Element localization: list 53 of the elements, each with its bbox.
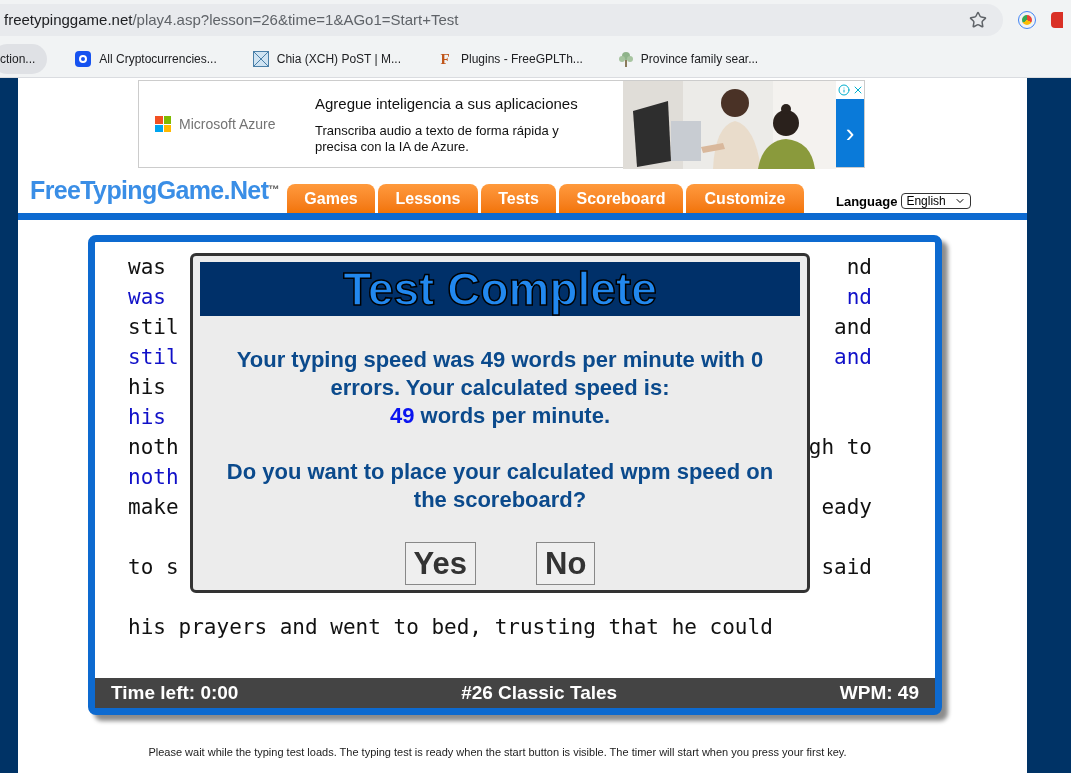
wpm-reading: WPM: 49 [839, 680, 919, 705]
coin-icon [75, 50, 92, 67]
typed-text: noth [128, 464, 179, 491]
yes-button[interactable]: Yes [404, 542, 477, 585]
url-text: freetypinggame.net/play4.asp?lesson=26&time=1&AGo1=Start+Test [4, 9, 459, 30]
typed-text: and [834, 344, 872, 371]
image-icon [252, 50, 269, 67]
bookmark-item[interactable]: Province family sear... [610, 43, 767, 74]
language-label: Language [836, 192, 898, 211]
source-text: his [128, 374, 166, 401]
calculated-speed-unit: words per minute. [420, 403, 611, 428]
source-text: and [834, 314, 872, 341]
bookmark-star-icon[interactable] [969, 11, 987, 29]
info-icon[interactable] [838, 84, 850, 96]
no-button[interactable]: No [536, 542, 596, 585]
result-message: Your typing speed was 49 words per minute with 0 errors. Your calculated speed is: [235, 346, 765, 402]
address-bar[interactable]: freetypinggame.net/play4.asp?lesson=26&time=1&AGo1=Start+Test [0, 4, 1003, 36]
time-left: Time left: 0:00 [111, 680, 239, 705]
bookmark-item[interactable]: Chia (XCH) PoST | M... [244, 43, 409, 74]
source-text: eady [821, 494, 872, 521]
plugin-icon: F [437, 50, 453, 67]
source-text: make [128, 494, 179, 521]
ad-brand: Microsoft Azure [179, 114, 276, 134]
bookmark-item[interactable]: ction... [0, 43, 48, 74]
typed-text: his [128, 404, 166, 431]
tree-icon [618, 50, 633, 67]
ad-banner[interactable]: Microsoft Azure Agregue inteligencia a sus aplicaciones Transcriba audio a texto de forma rápida y precisa con la IA de Azure. › [138, 80, 865, 168]
ad-text: Transcriba audio a texto de forma rápida y precisa con la IA de Azure. [315, 123, 560, 156]
source-text: was [128, 254, 166, 281]
source-text: to s [128, 554, 179, 581]
typed-text: was [128, 284, 166, 311]
calculated-speed-value: 49 [389, 403, 415, 428]
close-icon[interactable] [852, 84, 864, 96]
typed-text: nd [846, 284, 872, 311]
azure-logo-icon [155, 116, 171, 132]
source-text: nd [846, 254, 872, 281]
source-text: gh to [808, 434, 872, 461]
dialog-title: Test Complete [200, 262, 800, 316]
source-text: noth [128, 434, 179, 461]
scoreboard-question: Do you want to place your calculated wpm speed on the scoreboard? [225, 458, 775, 514]
source-text: stil [128, 314, 179, 341]
source-text: said [821, 554, 872, 581]
extension-icon[interactable] [1019, 12, 1035, 28]
bookmark-item[interactable]: F Plugins - FreeGPLTh... [429, 43, 591, 74]
typed-text: stil [128, 344, 179, 371]
language-select[interactable]: English [901, 193, 971, 210]
ad-headline: Agregue inteligencia a sus aplicaciones [315, 93, 579, 114]
bookmark-item[interactable]: All Cryptocurrencies... [67, 43, 225, 74]
source-text: his prayers and went to bed, trusting that he could [128, 614, 773, 641]
site-logo[interactable]: FreeTypingGame.Net$^{™}$ [30, 171, 287, 209]
ad-next-button[interactable]: › [836, 99, 864, 167]
loading-note: Please wait while the typing test loads. The typing test is ready when the start button is visible. The timer will start when you press your first key. [148, 745, 848, 760]
lesson-title: #26 Classic Tales [461, 680, 618, 705]
